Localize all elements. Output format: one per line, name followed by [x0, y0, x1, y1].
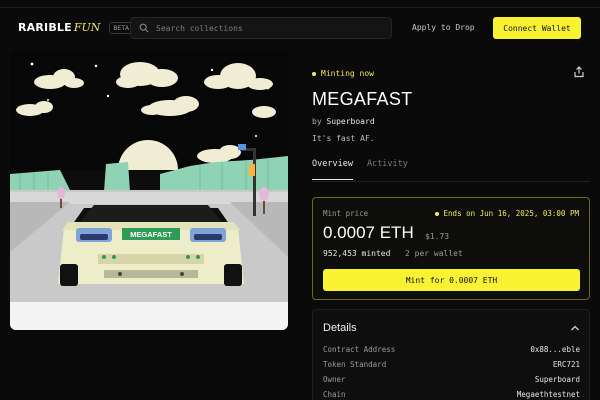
header: RARIBLE FUN BETA Apply to Drop Connect W… [0, 8, 600, 48]
collection-title: MEGAFAST [312, 89, 413, 109]
detail-key: Owner [323, 375, 346, 384]
tab-overview[interactable]: Overview [312, 159, 353, 180]
owner-value[interactable]: Superboard [535, 375, 580, 384]
chevron-up-icon[interactable] [570, 323, 580, 333]
details-row-chain: Chain Megaethtestnet [323, 390, 580, 399]
logo-fun-text: FUN [73, 21, 101, 34]
detail-value: Megaethtestnet [516, 390, 580, 399]
detail-key: Contract Address [323, 345, 396, 354]
status-text: Minting now [321, 69, 374, 78]
apply-to-drop-link[interactable]: Apply to Drop [412, 23, 475, 32]
top-divider [0, 0, 600, 8]
logo-text: RARIBLE [18, 21, 72, 34]
creator-link[interactable]: Superboard [326, 117, 374, 126]
mint-price: 0.0007 ETH [323, 223, 414, 242]
search-icon [139, 23, 149, 33]
search-bar[interactable] [130, 17, 392, 39]
logo[interactable]: RARIBLE FUN BETA [18, 21, 134, 34]
share-icon[interactable] [573, 66, 585, 78]
connect-wallet-button[interactable]: Connect Wallet [493, 17, 581, 39]
details-row-contract: Contract Address 0x88...eble [323, 345, 580, 354]
contract-address-value[interactable]: 0x88...eble [530, 345, 580, 354]
license-plate-text: MEGAFAST [130, 230, 172, 239]
status-dot [312, 71, 316, 76]
tab-divider [312, 181, 590, 182]
mint-end-time: Ends on Jun 16, 2025, 03:00 PM [434, 209, 579, 218]
detail-key: Token Standard [323, 360, 387, 369]
minting-status: Minting now [312, 69, 374, 78]
collection-description: It's fast AF. [312, 134, 375, 143]
tab-activity[interactable]: Activity [367, 159, 408, 180]
minted-count: 952,453 minted [323, 249, 391, 258]
mint-card: Mint price Ends on Jun 16, 2025, 03:00 P… [312, 197, 590, 300]
details-title: Details [323, 322, 357, 334]
search-input[interactable] [156, 23, 376, 33]
details-panel: Details Contract Address 0x88...eble Tok… [312, 309, 590, 400]
ends-dot [434, 211, 439, 216]
mint-button[interactable]: Mint for 0.0007 ETH [323, 269, 580, 291]
mint-price-usd: $1.73 [425, 232, 450, 241]
details-row-token-standard: Token Standard ERC721 [323, 360, 580, 369]
detail-value: ERC721 [552, 360, 580, 369]
per-wallet-limit: 2 per wallet [405, 249, 463, 258]
creator-line: by Superboard [312, 117, 375, 126]
details-row-owner: Owner Superboard [323, 375, 580, 384]
collection-artwork: MEGAFAST [10, 52, 288, 330]
detail-key: Chain [323, 390, 346, 399]
tab-bar: Overview Activity [312, 159, 408, 180]
ends-text: Ends on Jun 16, 2025, 03:00 PM [443, 209, 579, 218]
by-prefix: by [312, 117, 322, 126]
mint-price-label: Mint price [323, 209, 369, 218]
